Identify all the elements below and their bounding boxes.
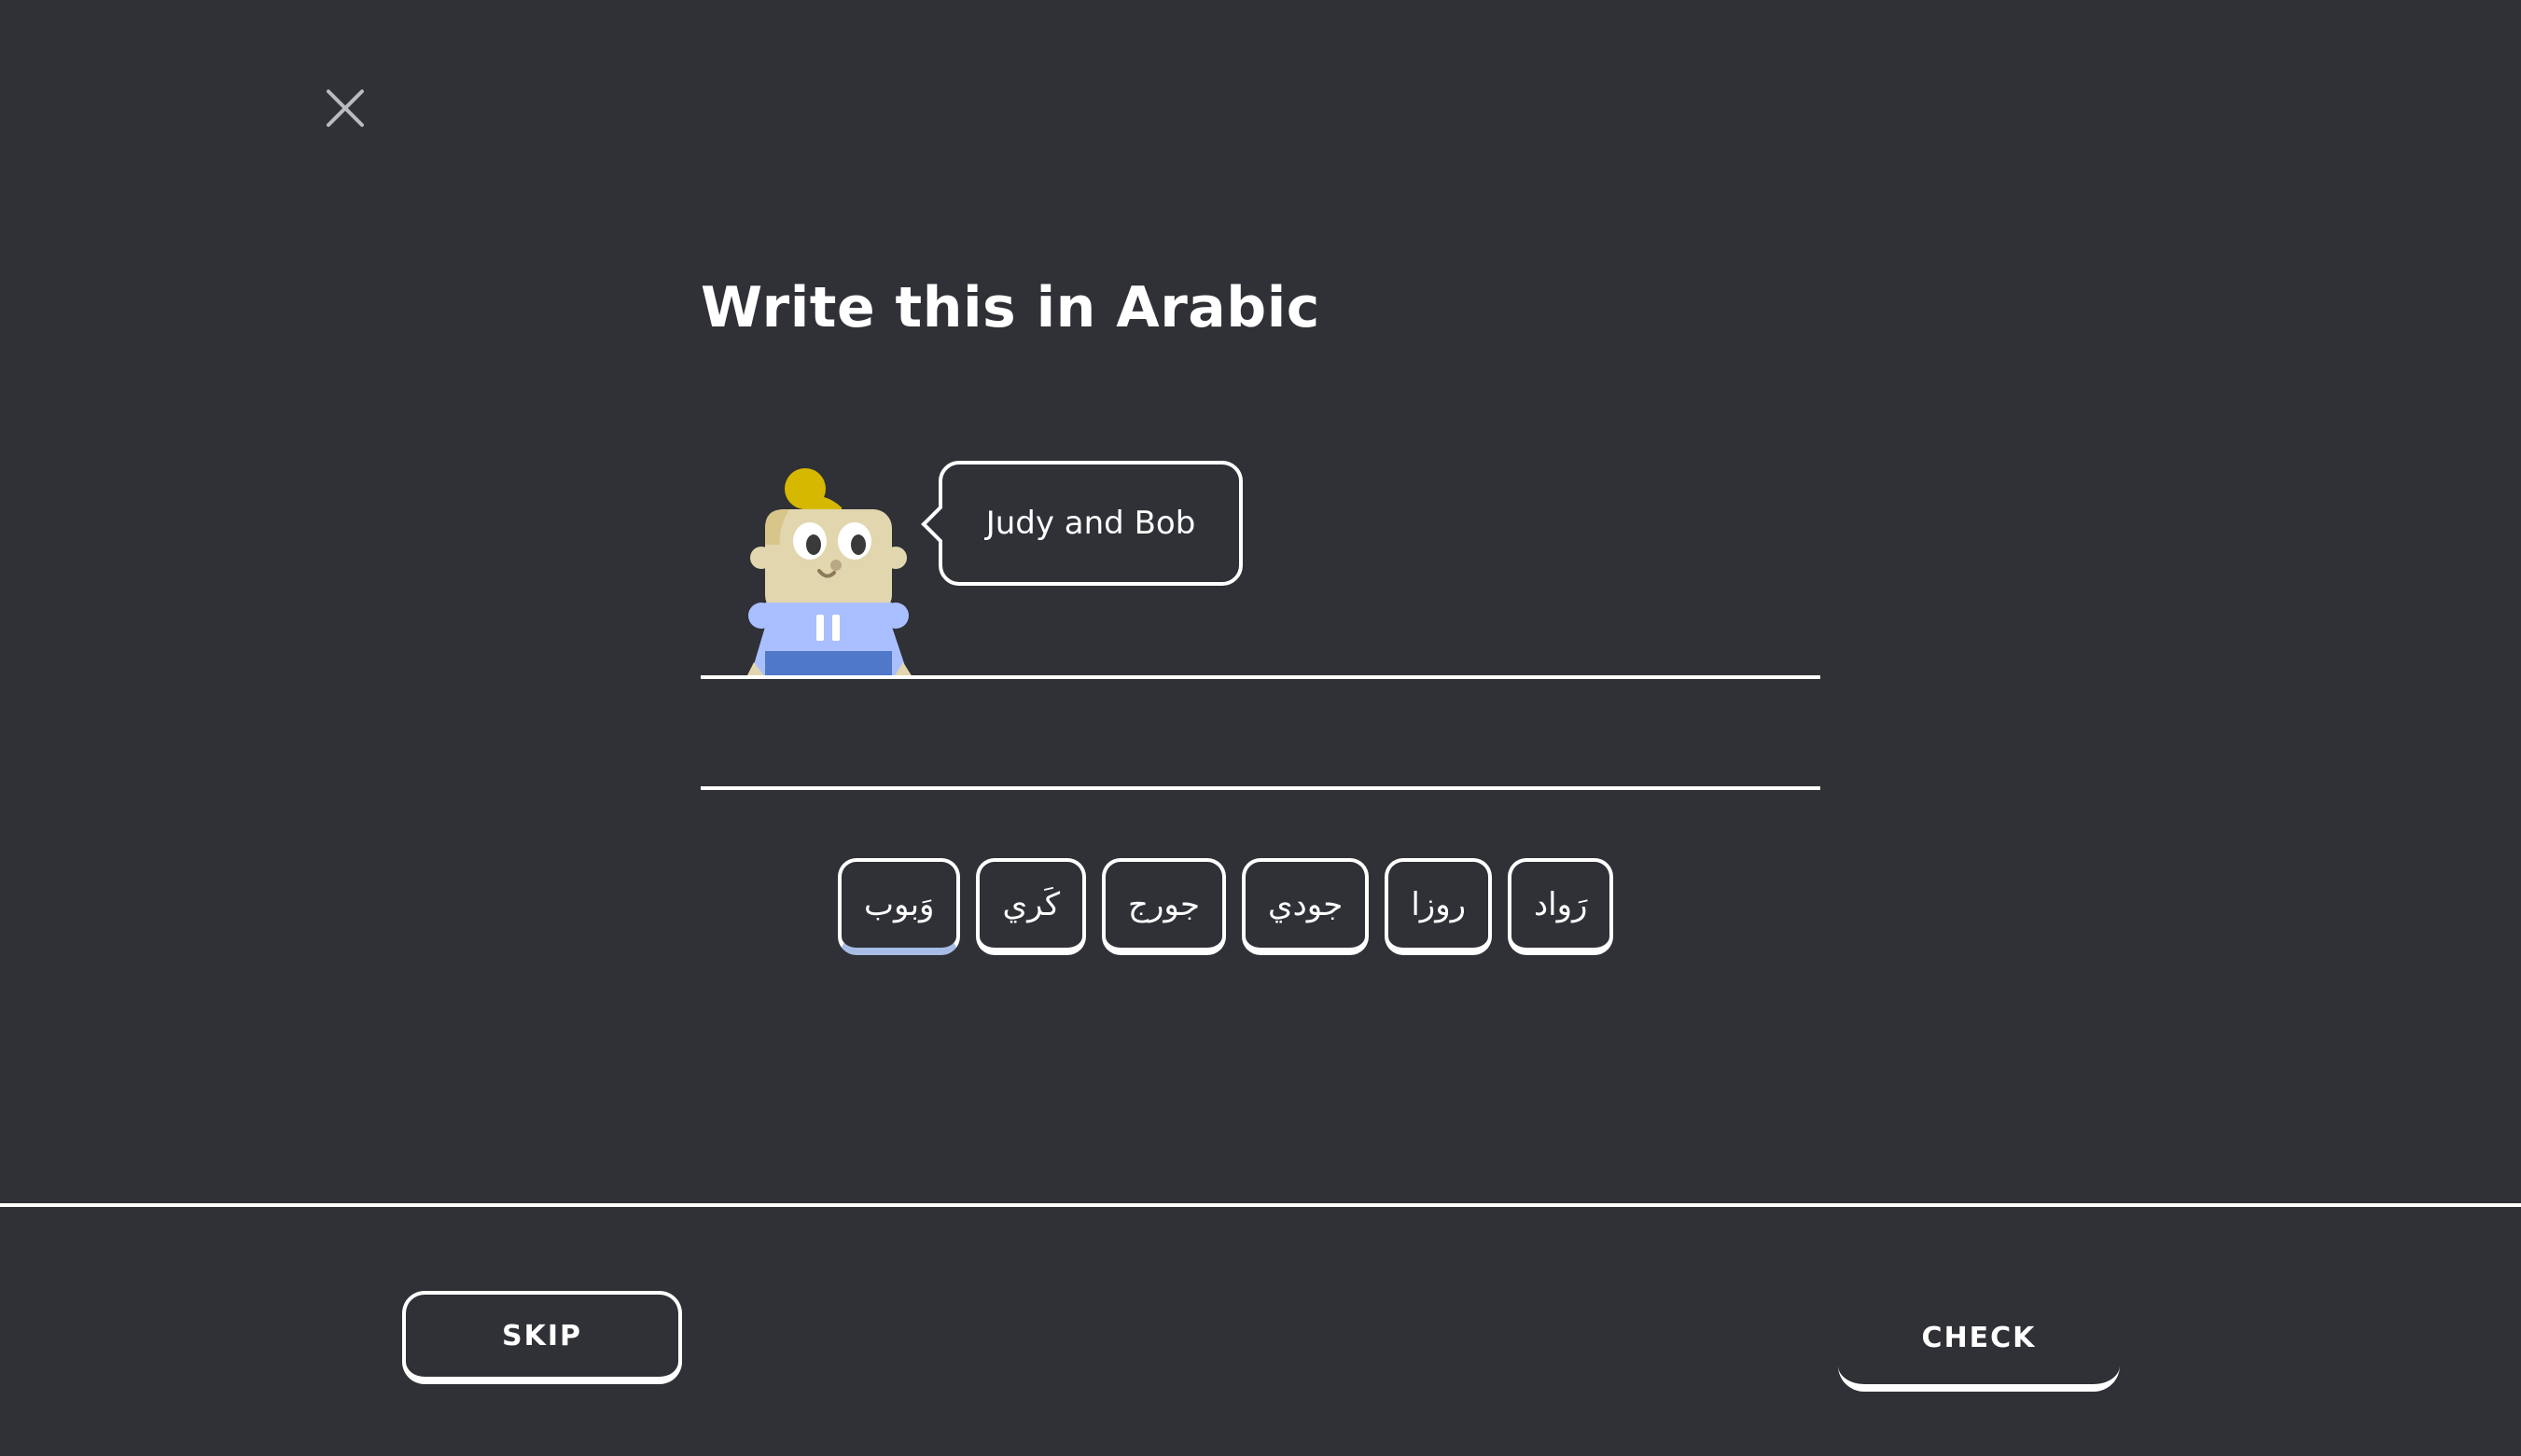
prompt-text: Judy and Bob <box>985 505 1196 542</box>
speech-bubble: Judy and Bob <box>921 461 1243 586</box>
answer-line-bottom <box>701 786 1820 790</box>
lesson-title: Write this in Arabic <box>701 275 1320 340</box>
word-tile[interactable]: رَواد <box>1508 858 1614 955</box>
word-tile[interactable]: روزا <box>1385 858 1493 955</box>
close-icon[interactable] <box>321 84 369 132</box>
skip-button[interactable]: SKIP <box>402 1291 682 1384</box>
word-bank: وَبوب كَري جورج جودي روزا رَواد <box>838 858 1614 955</box>
answer-drop-area[interactable] <box>701 679 1820 786</box>
word-tile[interactable]: وَبوب <box>838 858 961 955</box>
word-tile[interactable]: كَري <box>976 858 1087 955</box>
check-button[interactable]: CHECK <box>1838 1291 2120 1392</box>
word-tile[interactable]: جودي <box>1241 858 1370 955</box>
speech-bubble-tail <box>921 506 958 543</box>
footer-divider <box>0 1203 2521 1207</box>
character-avatar <box>737 463 924 677</box>
word-tile[interactable]: جورج <box>1102 858 1226 955</box>
lesson-screen: Write this in Arabic Judy and Bob وَبوب … <box>0 0 2521 1456</box>
